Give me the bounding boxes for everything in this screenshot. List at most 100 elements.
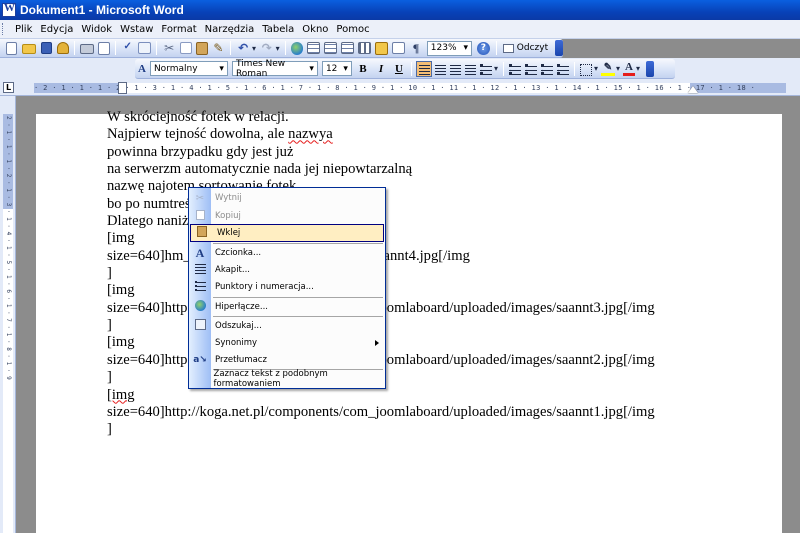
document-text-run: ] bbox=[107, 317, 112, 334]
style-value: Normalny bbox=[153, 63, 198, 74]
menu-item-bullets[interactable]: Punktory i numeracja... bbox=[189, 278, 385, 296]
align-center-icon[interactable] bbox=[434, 65, 446, 75]
document-line[interactable]: size=640]http://koga.net.pl/components/c… bbox=[107, 404, 687, 421]
borders-icon[interactable] bbox=[579, 63, 592, 76]
document-text-run: [img bbox=[107, 282, 135, 299]
chevron-down-icon: ▾ bbox=[463, 42, 469, 53]
document-text-run: [img bbox=[107, 386, 135, 403]
menu-item-font[interactable]: A Czcionka... bbox=[189, 244, 385, 262]
style-select[interactable]: Normalny ▾ bbox=[149, 61, 228, 76]
document-text-run: Najpierw t bbox=[107, 126, 170, 143]
toolbar-separator bbox=[284, 41, 286, 55]
format-painter-icon[interactable]: ✎ bbox=[211, 41, 227, 55]
zoom-select[interactable]: 123% ▾ bbox=[426, 40, 473, 56]
redo-icon[interactable]: ↷ bbox=[259, 41, 275, 55]
styles-pane-icon[interactable]: A bbox=[138, 63, 146, 75]
read-button[interactable]: Odczyt bbox=[500, 43, 551, 53]
insert-table-icon[interactable] bbox=[324, 42, 337, 54]
menu-item-hyperlink[interactable]: Hiperłącze... bbox=[189, 298, 385, 316]
menu-item-paragraph[interactable]: Akapit... bbox=[189, 261, 385, 279]
document-map-icon[interactable] bbox=[392, 42, 406, 54]
undo-icon[interactable]: ↶ bbox=[235, 41, 251, 55]
increase-indent-icon[interactable] bbox=[556, 64, 569, 75]
indent-marker-icon[interactable] bbox=[118, 82, 127, 94]
underline-button[interactable]: U bbox=[391, 61, 407, 77]
highlight-dropdown-icon[interactable]: ▾ bbox=[616, 64, 620, 73]
menu-item-copy[interactable]: Kopiuj bbox=[189, 207, 385, 225]
menu-item-cut[interactable]: ✂ Wytnij bbox=[189, 189, 385, 207]
menu-format[interactable]: Format bbox=[157, 24, 200, 35]
document-text-run: [img bbox=[107, 230, 135, 247]
menu-edycja[interactable]: Edycja bbox=[36, 24, 77, 35]
research-icon bbox=[189, 319, 211, 333]
paste-icon[interactable] bbox=[195, 41, 208, 55]
font-select[interactable]: Times New Roman ▾ bbox=[231, 59, 318, 79]
menu-item-paste[interactable]: Wklej bbox=[190, 224, 384, 242]
tab-selector-icon[interactable]: L bbox=[3, 82, 14, 93]
menubar-grip-icon[interactable] bbox=[2, 23, 5, 35]
undo-dropdown-icon[interactable]: ▾ bbox=[252, 44, 256, 53]
menu-item-synonyms[interactable]: Synonimy bbox=[189, 334, 385, 352]
menu-item-research[interactable]: Odszukaj... bbox=[189, 317, 385, 335]
font-color-icon[interactable]: A bbox=[623, 61, 635, 76]
decrease-indent-icon[interactable] bbox=[540, 64, 553, 75]
document-line[interactable]: ] bbox=[107, 421, 687, 438]
menu-narzedzia[interactable]: Narzędzia bbox=[201, 24, 259, 35]
align-right-icon[interactable] bbox=[449, 65, 461, 75]
document-line[interactable]: na serwerzm automatycznie nada jej niepo… bbox=[107, 161, 687, 178]
translate-icon: a↘ bbox=[193, 355, 207, 365]
menu-item-select-similar[interactable]: Zaznacz tekst z podobnym formatowaniem bbox=[189, 369, 385, 389]
document-line[interactable]: W skróciejność fotek w relacji. bbox=[107, 109, 687, 126]
menu-pomoc[interactable]: Pomoc bbox=[332, 24, 373, 35]
toolbar-separator bbox=[156, 41, 158, 55]
right-indent-marker-icon[interactable] bbox=[688, 86, 698, 93]
font-color-dropdown-icon[interactable]: ▾ bbox=[636, 64, 640, 73]
toolbar-options-icon[interactable] bbox=[646, 60, 655, 77]
menu-item-label: Hiperłącze... bbox=[215, 302, 268, 312]
highlight-icon[interactable]: ✎ bbox=[600, 62, 615, 76]
toolbar-options-icon[interactable] bbox=[555, 40, 563, 56]
menu-item-label: Wklej bbox=[217, 228, 241, 238]
menu-item-translate[interactable]: a↘ Przetłumacz bbox=[189, 351, 385, 369]
bullets-icon[interactable] bbox=[524, 64, 537, 75]
line-spacing-icon[interactable] bbox=[479, 64, 492, 75]
justify-icon[interactable] bbox=[464, 65, 476, 75]
document-line[interactable]: [img bbox=[107, 387, 687, 404]
document-text-run: bo po num bbox=[107, 195, 170, 212]
insert-hyperlink-icon[interactable] bbox=[290, 41, 304, 55]
tables-borders-icon[interactable] bbox=[307, 42, 321, 54]
word-app-icon[interactable] bbox=[2, 2, 16, 17]
align-left-button[interactable] bbox=[415, 60, 432, 77]
drawing-icon[interactable] bbox=[374, 41, 389, 55]
research-icon[interactable] bbox=[138, 42, 152, 54]
columns-icon[interactable] bbox=[357, 42, 371, 54]
save-icon[interactable] bbox=[40, 42, 53, 54]
italic-button[interactable]: I bbox=[373, 61, 389, 77]
standard-toolbar: ✓ ✂ ✎ ↶ ▾ ↷ ▾ ¶ 123% ▾ ? Odczyt bbox=[0, 39, 563, 58]
document-line[interactable]: Najpierw tejność dowolna, ale nazwya bbox=[107, 126, 687, 143]
spelling-icon[interactable]: ✓ bbox=[120, 41, 136, 55]
menu-tabela[interactable]: Tabela bbox=[258, 24, 298, 35]
menu-okno[interactable]: Okno bbox=[298, 24, 332, 35]
permission-icon[interactable] bbox=[57, 42, 70, 54]
show-hide-icon[interactable]: ¶ bbox=[408, 41, 424, 55]
bold-button[interactable]: B bbox=[355, 61, 371, 77]
help-icon[interactable]: ? bbox=[477, 41, 490, 55]
open-folder-icon[interactable] bbox=[21, 44, 36, 54]
chevron-down-icon: ▾ bbox=[343, 63, 348, 74]
borders-dropdown-icon[interactable]: ▾ bbox=[594, 64, 598, 73]
cut-icon[interactable]: ✂ bbox=[161, 41, 177, 55]
print-icon[interactable] bbox=[80, 44, 94, 54]
print-preview-icon[interactable] bbox=[97, 41, 110, 55]
menu-wstaw[interactable]: Wstaw bbox=[116, 24, 157, 35]
line-spacing-dropdown-icon[interactable]: ▾ bbox=[494, 64, 498, 73]
redo-dropdown-icon[interactable]: ▾ bbox=[276, 44, 280, 53]
font-size-select[interactable]: 12 ▾ bbox=[321, 61, 352, 76]
document-line[interactable]: powinna brzypadku gdy jest już bbox=[107, 144, 687, 161]
new-document-icon[interactable] bbox=[6, 41, 17, 55]
insert-excel-icon[interactable] bbox=[340, 42, 354, 54]
copy-icon[interactable] bbox=[179, 42, 192, 54]
numbering-icon[interactable] bbox=[508, 64, 521, 75]
menu-widok[interactable]: Widok bbox=[77, 24, 116, 35]
menu-plik[interactable]: Plik bbox=[11, 24, 36, 35]
